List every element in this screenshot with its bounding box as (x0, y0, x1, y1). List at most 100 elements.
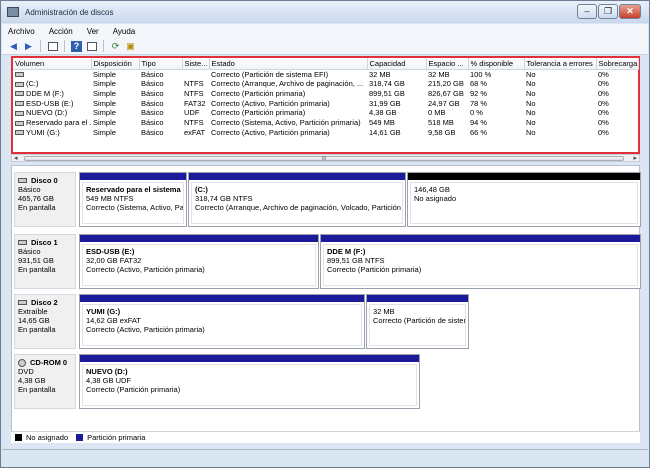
maximize-button[interactable]: ❐ (598, 4, 618, 19)
table-cell: Simple (93, 108, 116, 118)
table-cell: 78 % (470, 98, 488, 108)
table-row[interactable]: (C:) Simple Básico NTFS Correcto (Arranque, … (13, 79, 638, 89)
table-cell: No (526, 79, 536, 89)
table-cell: 0% (598, 88, 609, 98)
column-header[interactable]: Estado (209, 58, 368, 70)
menu-ayuda[interactable]: Ayuda (113, 27, 136, 36)
table-cell: 94 % (470, 118, 488, 128)
partition-e[interactable]: ESD-USB (E:) 32,00 GB FAT32 Correcto (Ac… (79, 234, 319, 289)
disk-type: Básico (18, 185, 41, 194)
column-header[interactable]: Capacidad (367, 58, 427, 70)
table-cell (182, 69, 209, 79)
table-cell: NTFS (184, 79, 204, 89)
partition-status: Correcto (Activo, Partición primaria) (86, 325, 205, 334)
table-row[interactable]: YUMI (G:) Simple Básico exFAT Correcto (Acti… (13, 128, 638, 138)
partition-status: Correcto (Partición de sistem (373, 316, 466, 325)
disk-icon (18, 300, 27, 305)
table-cell (13, 69, 91, 79)
table-cell: NTFS (184, 118, 204, 128)
table-cell: FAT32 (184, 98, 206, 108)
table-cell: exFAT (184, 127, 206, 137)
partition-status: Correcto (Partición primaria) (327, 265, 422, 274)
partition-f[interactable]: DDE M (F:) 899,51 GB NTFS Correcto (Part… (320, 234, 641, 289)
partition-status: Correcto (Sistema, Activo, Part (86, 203, 184, 212)
disk-0-row: Disco 0 Básico 465,76 GB En pantalla Res… (14, 172, 641, 227)
partition-d[interactable]: NUEVO (D:) 4,38 GB UDF Correcto (Partici… (79, 354, 420, 409)
volume-name: ESD-USB (E:) (26, 98, 74, 108)
table-row[interactable]: NUEVO (D:) Simple Básico UDF Correcto (Parti… (13, 108, 638, 118)
column-header[interactable]: Siste... (182, 58, 210, 70)
menu-ver[interactable]: Ver (87, 27, 99, 36)
rescan-icon[interactable]: ▣ (125, 41, 136, 52)
disk-1-label[interactable]: Disco 1 Básico 931,51 GB En pantalla (14, 234, 76, 289)
column-header[interactable]: Sobrecarga (596, 58, 639, 70)
table-cell: 826,67 GB (428, 88, 464, 98)
close-button[interactable]: ✕ (619, 4, 641, 19)
scroll-thumb[interactable]: III (24, 156, 624, 162)
table-cell: 0% (598, 118, 609, 128)
table-cell: 32 MB (369, 69, 391, 79)
partition-status: Correcto (Arranque, Archivo de paginació… (195, 203, 403, 212)
table-row[interactable]: ESD-USB (E:) Simple Básico FAT32 Correcto (A… (13, 99, 638, 109)
properties-icon[interactable] (86, 41, 97, 52)
disk-name: Disco 2 (31, 298, 58, 307)
legend-unallocated-label: No asignado (26, 433, 69, 442)
table-row[interactable]: Simple Básico Correcto (Partición de siste… (13, 69, 638, 79)
drive-icon (15, 120, 24, 126)
window-title: Administración de discos (25, 7, 114, 17)
table-cell: 9,58 GB (428, 127, 456, 137)
console-tree-icon[interactable] (47, 41, 58, 52)
legend-primary-swatch (76, 434, 84, 441)
minimize-button[interactable]: – (577, 4, 597, 19)
forward-arrow-icon[interactable]: ▶ (23, 41, 34, 52)
partition-name: (C:) (195, 185, 208, 194)
disk-0-label[interactable]: Disco 0 Básico 465,76 GB En pantalla (14, 172, 76, 227)
table-cell: 0% (598, 127, 609, 137)
menu-accion[interactable]: Acción (49, 27, 73, 36)
table-cell: Reservado para el ... (13, 118, 91, 128)
drive-icon (15, 91, 24, 97)
table-cell: 0% (598, 69, 609, 79)
help-icon[interactable]: ? (71, 40, 82, 52)
table-row[interactable]: DDE M (F:) Simple Básico NTFS Correcto (Part… (13, 89, 638, 99)
menu-archivo[interactable]: Archivo (8, 27, 35, 36)
partition-size: 899,51 GB NTFS (327, 256, 385, 265)
disk-size: 4,38 GB (18, 376, 46, 385)
table-cell: Correcto (Partición primaria) (211, 108, 306, 118)
column-header[interactable]: Tipo (139, 58, 183, 70)
horizontal-scrollbar[interactable]: ◂ III ▸ (11, 154, 640, 162)
table-cell: 24,97 GB (428, 98, 460, 108)
column-header[interactable]: Tolerancia a errores (524, 58, 597, 70)
back-arrow-icon[interactable]: ◀ (8, 41, 19, 52)
partition-reserved[interactable]: Reservado para el sistema 549 MB NTFS Co… (79, 172, 187, 227)
column-header[interactable]: Volumen (13, 58, 92, 70)
table-cell: 66 % (470, 127, 488, 137)
volume-list: Volumen Disposición Tipo Siste... Estado Capa… (11, 56, 640, 154)
disk-2-label[interactable]: Disco 2 Extraíble 14,65 GB En pantalla (14, 294, 76, 349)
cdrom-0-label[interactable]: CD-ROM 0 DVD 4,38 GB En pantalla (14, 354, 76, 409)
table-cell: Básico (141, 98, 164, 108)
partition-system-32mb[interactable]: 32 MB Correcto (Partición de sistem (366, 294, 469, 349)
disk-state: En pantalla (18, 265, 56, 274)
partition-unallocated[interactable]: 146,48 GB No asignado (407, 172, 641, 227)
column-header[interactable]: Espacio ... (426, 58, 469, 70)
table-row[interactable]: Reservado para el ... Simple Básico NTFS Cor… (13, 118, 638, 128)
refresh-icon[interactable]: ⟳ (110, 41, 121, 52)
table-cell: 92 % (470, 88, 488, 98)
scroll-left-icon[interactable]: ◂ (14, 154, 18, 162)
partition-name: DDE M (F:) (327, 247, 366, 256)
table-cell: No (526, 69, 536, 79)
partition-g[interactable]: YUMI (G:) 14,62 GB exFAT Correcto (Activ… (79, 294, 365, 349)
cdrom-icon (15, 110, 24, 116)
partition-status: Correcto (Activo, Partición primaria) (86, 265, 205, 274)
table-cell: 549 MB (369, 118, 395, 128)
partition-status: No asignado (414, 194, 457, 203)
disk-1-row: Disco 1 Básico 931,51 GB En pantalla ESD… (14, 234, 641, 289)
column-header[interactable]: % disponible (468, 58, 525, 70)
disk-state: En pantalla (18, 385, 56, 394)
partition-c[interactable]: (C:) 318,74 GB NTFS Correcto (Arranque, … (188, 172, 406, 227)
scroll-right-icon[interactable]: ▸ (633, 154, 637, 162)
disk-size: 931,51 GB (18, 256, 54, 265)
column-header[interactable]: Disposición (91, 58, 140, 70)
table-cell: 14,61 GB (369, 127, 401, 137)
